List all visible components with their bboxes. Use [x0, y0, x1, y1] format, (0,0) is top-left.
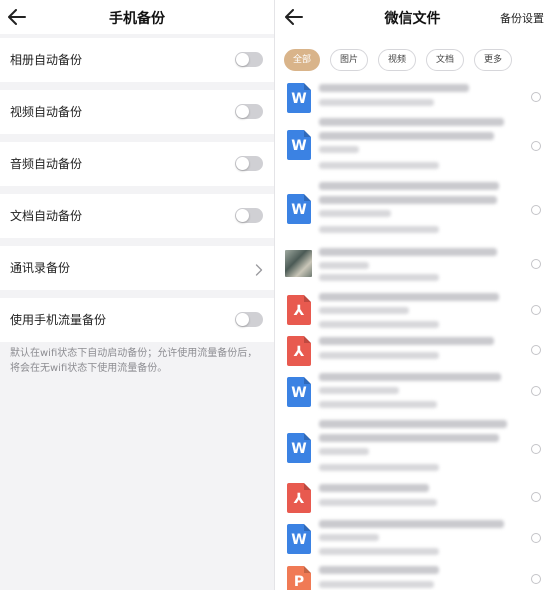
redacted-filename — [319, 293, 499, 301]
row-label: 音频自动备份 — [10, 157, 83, 171]
redacted-filename — [319, 484, 429, 492]
video-backup-toggle[interactable] — [235, 104, 263, 119]
phone-backup-panel: 手机备份 相册自动备份 视频自动备份 音频自动备份 文档自动备份 通讯录备份 使… — [0, 0, 274, 590]
tab-more[interactable]: 更多 — [474, 49, 512, 71]
redacted-filename — [319, 420, 507, 428]
select-radio[interactable] — [531, 345, 541, 355]
mobile-data-backup-row[interactable]: 使用手机流量备份 — [0, 298, 274, 342]
redacted-filename — [319, 337, 494, 345]
image-thumbnail — [285, 250, 312, 277]
redacted-meta — [319, 548, 439, 555]
word-icon: W — [287, 194, 311, 224]
backup-settings-button[interactable]: 备份设置 — [500, 10, 544, 26]
document-backup-toggle[interactable] — [235, 208, 263, 223]
row-label: 相册自动备份 — [10, 53, 83, 67]
select-radio[interactable] — [531, 259, 541, 269]
select-radio[interactable] — [531, 444, 541, 454]
redacted-meta — [319, 401, 437, 408]
redacted-filename — [319, 118, 504, 126]
redacted-filename — [319, 84, 469, 92]
redacted-filename — [319, 534, 379, 541]
mobile-data-backup-toggle[interactable] — [235, 312, 263, 327]
file-item[interactable]: W — [275, 518, 550, 560]
word-icon: W — [287, 130, 311, 160]
file-item[interactable]: W — [275, 370, 550, 412]
select-radio[interactable] — [531, 141, 541, 151]
row-label: 视频自动备份 — [10, 105, 83, 119]
redacted-meta — [319, 99, 434, 106]
redacted-meta — [319, 226, 439, 233]
chevron-right-icon — [255, 261, 263, 276]
audio-backup-row[interactable]: 音频自动备份 — [0, 142, 274, 186]
file-item[interactable]: ⅄ — [275, 290, 550, 332]
pdf-icon: ⅄ — [287, 336, 311, 366]
word-icon: W — [287, 83, 311, 113]
redacted-filename — [319, 262, 369, 269]
pdf-icon: ⅄ — [287, 295, 311, 325]
select-radio[interactable] — [531, 92, 541, 102]
page-title: 手机备份 — [109, 11, 165, 27]
redacted-filename — [319, 146, 359, 153]
contacts-backup-row[interactable]: 通讯录备份 — [0, 246, 274, 290]
word-icon: W — [287, 524, 311, 554]
header-bar: 手机备份 — [0, 0, 274, 34]
select-radio[interactable] — [531, 533, 541, 543]
word-icon: W — [287, 433, 311, 463]
document-backup-row[interactable]: 文档自动备份 — [0, 194, 274, 238]
redacted-meta — [319, 352, 439, 359]
toggle-knob — [236, 157, 249, 170]
file-item[interactable] — [275, 244, 550, 284]
redacted-meta — [319, 581, 434, 588]
redacted-meta — [319, 499, 437, 506]
select-radio[interactable] — [531, 386, 541, 396]
file-item[interactable]: W — [275, 179, 550, 239]
redacted-filename — [319, 248, 497, 256]
photo-backup-row[interactable]: 相册自动备份 — [0, 38, 274, 82]
toggle-knob — [236, 105, 249, 118]
wechat-files-panel: 微信文件 备份设置 全部 图片 视频 文档 更多 W W W ⅄ ⅄ W W ⅄… — [275, 0, 550, 590]
redacted-filename — [319, 448, 369, 455]
redacted-filename — [319, 373, 501, 381]
toggle-knob — [236, 209, 249, 222]
redacted-filename — [319, 182, 499, 190]
row-label: 文档自动备份 — [10, 209, 83, 223]
redacted-meta — [319, 274, 439, 281]
file-item[interactable]: W — [275, 416, 550, 478]
tab-documents[interactable]: 文档 — [426, 49, 464, 71]
row-label: 使用手机流量备份 — [10, 313, 107, 327]
tab-all[interactable]: 全部 — [284, 49, 320, 71]
photo-backup-toggle[interactable] — [235, 52, 263, 67]
redacted-filename — [319, 387, 399, 394]
select-radio[interactable] — [531, 492, 541, 502]
file-item[interactable]: ⅄ — [275, 334, 550, 368]
select-radio[interactable] — [531, 205, 541, 215]
ppt-icon: P — [287, 566, 311, 590]
tab-videos[interactable]: 视频 — [378, 49, 416, 71]
redacted-filename — [319, 434, 499, 442]
redacted-meta — [319, 321, 439, 328]
audio-backup-toggle[interactable] — [235, 156, 263, 171]
redacted-filename — [319, 566, 439, 574]
toggle-knob — [236, 53, 249, 66]
video-backup-row[interactable]: 视频自动备份 — [0, 90, 274, 134]
redacted-filename — [319, 307, 409, 314]
redacted-meta — [319, 162, 439, 169]
redacted-meta — [319, 464, 439, 471]
row-label: 通讯录备份 — [10, 261, 71, 275]
file-item[interactable]: W — [275, 80, 550, 120]
select-radio[interactable] — [531, 305, 541, 315]
file-item[interactable]: P — [275, 562, 550, 590]
redacted-filename — [319, 210, 391, 217]
backup-note: 默认在wifi状态下自动启动备份；允许使用流量备份后，将会在无wifi状态下使用… — [10, 348, 258, 374]
pdf-icon: ⅄ — [287, 483, 311, 513]
select-radio[interactable] — [531, 574, 541, 584]
tab-images[interactable]: 图片 — [330, 49, 368, 71]
file-item[interactable]: W — [275, 116, 550, 176]
redacted-filename — [319, 196, 497, 204]
redacted-filename — [319, 520, 504, 528]
toggle-knob — [236, 313, 249, 326]
redacted-filename — [319, 132, 494, 140]
word-icon: W — [287, 377, 311, 407]
file-item[interactable]: ⅄ — [275, 481, 550, 515]
